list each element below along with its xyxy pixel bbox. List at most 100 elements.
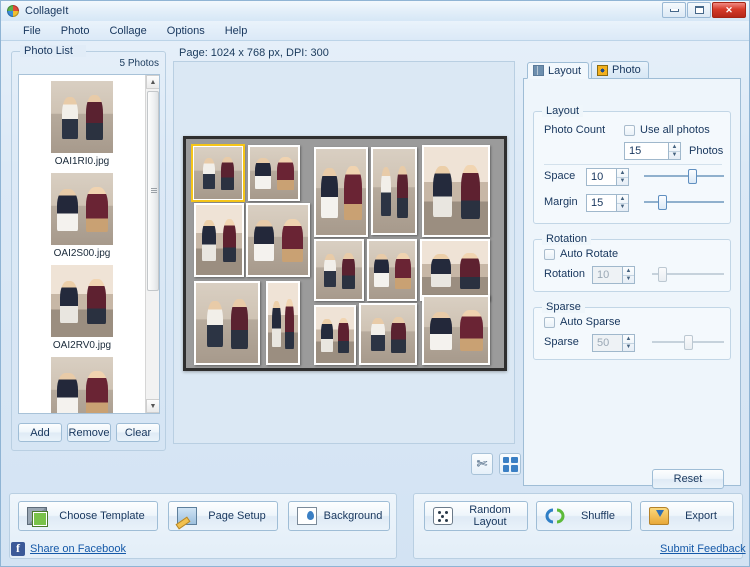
scroll-down-icon[interactable]: ▼ [146,399,159,413]
margin-stepper[interactable]: ▲ ▼ [586,194,629,212]
thumbnail[interactable] [51,265,113,337]
sparse-spinner-row: ▲ ▼ [592,334,635,352]
rotation-decrement[interactable]: ▼ [623,276,634,284]
thumbnail[interactable] [51,81,113,153]
crop-tool-button[interactable]: ✄ [471,453,493,475]
menu-collage[interactable]: Collage [99,23,156,39]
collage-photo[interactable] [359,303,417,365]
thumbnail[interactable] [51,357,113,413]
thumbnail[interactable] [51,173,113,245]
list-item[interactable]: OAI1RI0.jpg [19,81,145,167]
menu-help[interactable]: Help [215,23,258,39]
collage-photo[interactable] [422,145,490,237]
space-input[interactable] [586,168,616,186]
menu-options[interactable]: Options [157,23,215,39]
photo-list-scrollbar[interactable]: ▲ ▼ [145,75,159,413]
collage-photo[interactable] [194,203,244,277]
photos-stepper-buttons[interactable]: ▲ ▼ [668,142,681,160]
collage-photo[interactable] [367,239,417,301]
panel-body: Layout Photo Count Use all photos ▲ ▼ [523,79,741,489]
export-button[interactable]: Export [640,501,734,531]
rotation-input[interactable] [592,266,622,284]
sparse-slider-knob[interactable] [683,335,693,350]
rotation-label-wrap: Rotation [544,268,585,280]
margin-stepper-buttons[interactable]: ▲ ▼ [616,194,629,212]
margin-input[interactable] [586,194,616,212]
reset-button[interactable]: Reset [652,469,724,489]
collage-photo-image [196,283,258,363]
tab-photo[interactable]: Photo [591,61,649,78]
sparse-stepper-buttons[interactable]: ▲ ▼ [622,334,635,352]
collage-photo[interactable] [371,147,417,235]
margin-slider-knob[interactable] [658,195,668,210]
photos-input[interactable] [624,142,668,160]
collage-photo[interactable] [422,295,490,365]
rotation-increment[interactable]: ▲ [623,267,634,276]
menu-photo[interactable]: Photo [51,23,100,39]
sparse-slider[interactable] [652,334,724,350]
collage-preview[interactable] [183,136,507,371]
auto-rotate-checkbox[interactable] [544,248,555,260]
use-all-photos-row[interactable]: Use all photos [624,124,710,136]
photos-increment[interactable]: ▲ [669,143,680,152]
collage-photo[interactable] [248,145,300,201]
list-item[interactable]: OAI2RV0.jpg [19,265,145,351]
space-stepper-buttons[interactable]: ▲ ▼ [616,168,629,186]
sparse-input[interactable] [592,334,622,352]
scroll-up-icon[interactable]: ▲ [146,75,159,89]
title-bar: CollageIt ✕ [1,1,749,21]
rotation-stepper[interactable]: ▲ ▼ [592,266,635,284]
list-item[interactable] [19,357,145,413]
facebook-icon[interactable]: f [11,542,25,556]
collage-photo[interactable] [266,281,300,365]
maximize-button[interactable] [687,2,711,18]
photo-list-box[interactable]: OAI1RI0.jpg OAI2S00.jpg OAI2RV0.jpg ▲ ▼ [18,74,160,414]
collage-canvas-area[interactable] [173,61,515,444]
sparse-decrement[interactable]: ▼ [623,344,634,352]
tab-layout[interactable]: Layout [527,62,590,79]
photos-decrement[interactable]: ▼ [669,152,680,160]
random-layout-button[interactable]: Random Layout [424,501,528,531]
collage-photo[interactable] [314,239,364,301]
sparse-increment[interactable]: ▲ [623,335,634,344]
choose-template-button[interactable]: Choose Template [18,501,158,531]
shuffle-button[interactable]: Shuffle [536,501,632,531]
margin-increment[interactable]: ▲ [617,195,628,204]
minimize-button[interactable] [662,2,686,18]
photos-stepper[interactable]: ▲ ▼ [624,142,681,160]
space-slider-knob[interactable] [688,169,698,184]
collage-photo[interactable] [191,144,245,202]
margin-decrement[interactable]: ▼ [617,204,628,212]
remove-button[interactable]: Remove [67,423,111,442]
background-button[interactable]: Background [288,501,390,531]
collage-photo[interactable] [246,203,310,277]
auto-sparse-checkbox[interactable] [544,316,555,328]
space-slider[interactable] [644,168,724,184]
rotation-stepper-buttons[interactable]: ▲ ▼ [622,266,635,284]
auto-rotate-row[interactable]: Auto Rotate [544,248,618,260]
space-increment[interactable]: ▲ [617,169,628,178]
share-on-facebook-link[interactable]: Share on Facebook [30,543,126,555]
collage-photo[interactable] [420,239,490,301]
collage-photo[interactable] [314,305,356,365]
space-stepper[interactable]: ▲ ▼ [586,168,629,186]
margin-slider[interactable] [644,194,724,210]
rotation-slider[interactable] [652,266,724,282]
clear-button[interactable]: Clear [116,423,160,442]
auto-sparse-row[interactable]: Auto Sparse [544,316,621,328]
menu-file[interactable]: File [13,23,51,39]
collage-photo[interactable] [314,147,368,237]
fit-grid-button[interactable] [499,453,521,475]
use-all-photos-checkbox[interactable] [624,124,635,136]
collage-photo[interactable] [194,281,260,365]
page-setup-button[interactable]: Page Setup [168,501,278,531]
list-item[interactable]: OAI2S00.jpg [19,173,145,259]
sparse-stepper[interactable]: ▲ ▼ [592,334,635,352]
close-button[interactable]: ✕ [712,2,746,18]
scrollbar-thumb[interactable] [147,91,159,291]
submit-feedback-link[interactable]: Submit Feedback [660,543,746,555]
space-decrement[interactable]: ▼ [617,178,628,186]
collageit-window: CollageIt ✕ File Photo Collage Options H… [0,0,750,567]
rotation-slider-knob[interactable] [658,267,668,282]
add-button[interactable]: Add [18,423,62,442]
